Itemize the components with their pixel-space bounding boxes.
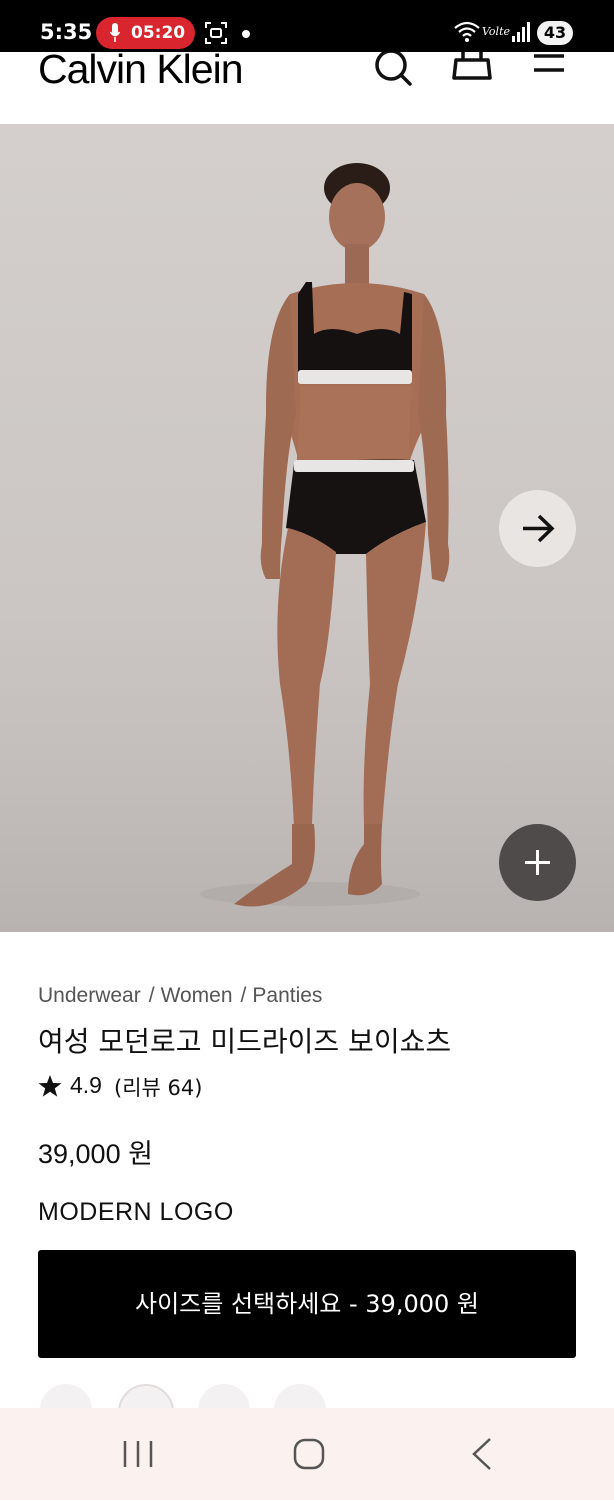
system-navigation-bar — [0, 1408, 614, 1500]
shopping-bag-icon[interactable] — [450, 52, 494, 92]
star-icon — [38, 1075, 62, 1097]
product-price: 39,000 원 — [38, 1139, 153, 1169]
status-time: 5:35 — [40, 20, 93, 44]
plus-icon — [525, 850, 550, 875]
arrow-right-icon — [523, 514, 555, 543]
collection-name: MODERN LOGO — [38, 1198, 234, 1226]
brand-logo[interactable]: Calvin Klein — [38, 52, 243, 93]
menu-icon[interactable] — [530, 52, 570, 92]
next-image-button[interactable] — [499, 490, 576, 567]
product-image-carousel[interactable] — [0, 124, 614, 932]
recording-time: 05:20 — [131, 23, 186, 43]
recording-indicator[interactable]: 05:20 — [96, 17, 195, 49]
product-title: 여성 모던로고 미드라이즈 보이쇼츠 — [38, 1025, 452, 1058]
breadcrumb-separator: / — [240, 984, 247, 1007]
back-icon[interactable] — [436, 1408, 526, 1500]
breadcrumb-link[interactable]: Underwear — [38, 984, 141, 1007]
microphone-icon — [110, 23, 120, 42]
recent-apps-icon[interactable] — [94, 1408, 184, 1500]
breadcrumb-link[interactable]: Panties — [252, 984, 322, 1007]
breadcrumb: Underwear / Women / Panties — [38, 984, 322, 1008]
network-label: Volte — [482, 25, 511, 38]
rating-value: 4.9 — [70, 1072, 102, 1098]
search-icon[interactable] — [372, 52, 416, 92]
breadcrumb-link[interactable]: Women — [161, 984, 233, 1007]
screen-capture-icon — [205, 22, 227, 44]
breadcrumb-separator: / — [148, 984, 155, 1007]
review-count: (리뷰 64) — [114, 1076, 203, 1100]
site-header: Calvin Klein — [0, 52, 614, 124]
status-bar: 5:35 05:20 Volte 43 — [0, 0, 614, 52]
product-page: 5:35 05:20 Volte 43 Calvin Klein Underwe… — [0, 0, 614, 1500]
select-size-button[interactable]: 사이즈를 선택하세요 - 39,000 원 — [38, 1250, 576, 1358]
notification-dot — [242, 30, 250, 38]
home-icon[interactable] — [264, 1408, 354, 1500]
zoom-image-button[interactable] — [499, 824, 576, 901]
signal-icon — [512, 22, 530, 42]
battery-indicator: 43 — [537, 21, 573, 45]
wifi-icon — [454, 21, 480, 42]
